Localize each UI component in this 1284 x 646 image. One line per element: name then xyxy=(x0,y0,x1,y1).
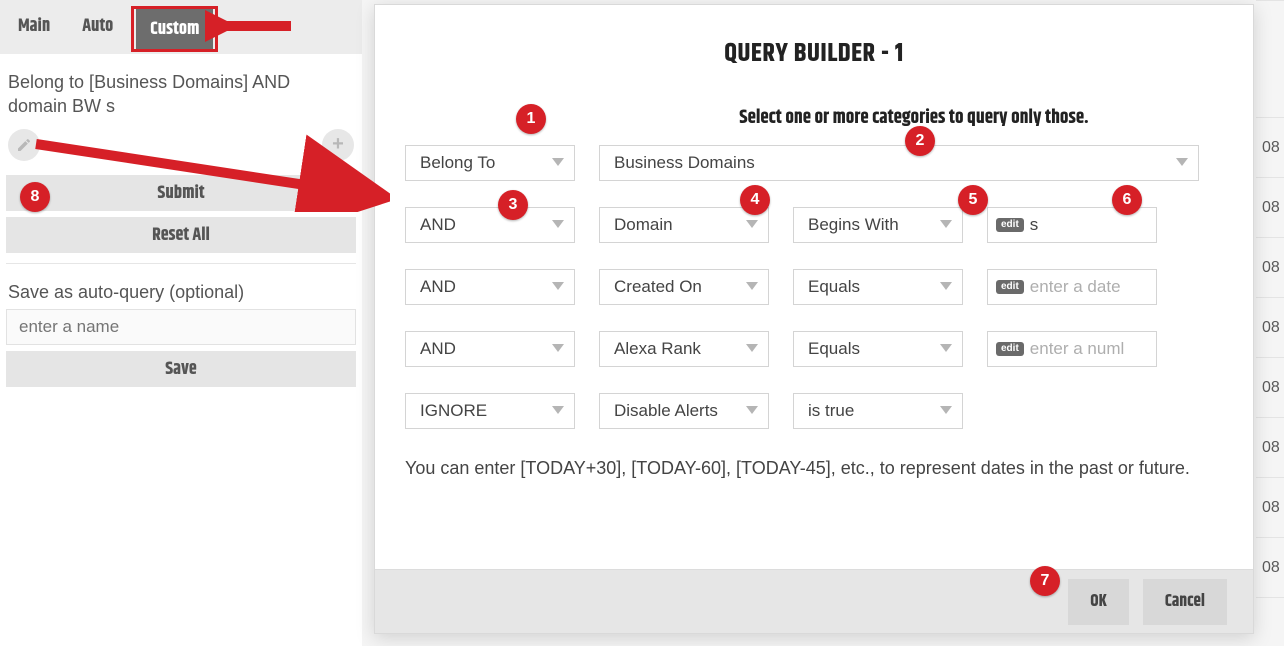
select-value: Business Domains xyxy=(614,153,755,173)
tab-custom[interactable]: Custom xyxy=(136,9,213,49)
field-select[interactable]: Created On xyxy=(599,269,769,305)
comparator-select[interactable]: Begins With xyxy=(793,207,963,243)
value-input-date[interactable]: edit enter a date xyxy=(987,269,1157,305)
value-input-number[interactable]: edit enter a numl xyxy=(987,331,1157,367)
bool-select[interactable]: AND xyxy=(405,269,575,305)
condition-row-0: Belong To Business Domains xyxy=(405,145,1223,181)
annotation-badge: 8 xyxy=(20,182,50,212)
chevron-down-icon xyxy=(552,344,564,354)
auto-query-name-input[interactable] xyxy=(6,309,356,345)
select-value: Equals xyxy=(808,277,860,297)
input-placeholder: enter a date xyxy=(1030,277,1121,297)
field-select[interactable]: Alexa Rank xyxy=(599,331,769,367)
divider xyxy=(6,263,356,264)
select-value: IGNORE xyxy=(420,401,487,421)
chevron-down-icon xyxy=(940,406,952,416)
icon-row: + xyxy=(0,129,362,175)
tabs: Main Auto Custom xyxy=(0,0,362,54)
bool-select[interactable]: IGNORE xyxy=(405,393,575,429)
tab-custom-highlight: Custom xyxy=(131,6,218,52)
annotation-badge: 3 xyxy=(498,190,528,220)
comparator-select[interactable]: is true xyxy=(793,393,963,429)
bg-cell: 08 xyxy=(1256,238,1284,298)
pencil-icon xyxy=(16,137,32,153)
annotation-badge: 1 xyxy=(516,104,546,134)
condition-row-1: AND Domain Begins With edit s xyxy=(405,207,1223,243)
dialog-title: QUERY BUILDER - 1 xyxy=(375,5,1253,74)
chevron-down-icon xyxy=(552,406,564,416)
select-value: Created On xyxy=(614,277,702,297)
add-query-icon[interactable]: + xyxy=(322,129,354,161)
edit-chip-icon: edit xyxy=(996,280,1024,294)
select-value: AND xyxy=(420,277,456,297)
query-builder-dialog: QUERY BUILDER - 1 Select one or more cat… xyxy=(374,4,1254,634)
background-rows: 08 08 08 08 08 08 08 08 xyxy=(1256,0,1284,646)
condition-row-2: AND Created On Equals edit enter a date xyxy=(405,269,1223,305)
comparator-select[interactable]: Equals xyxy=(793,269,963,305)
sidebar: Main Auto Custom Belong to [Business Dom… xyxy=(0,0,362,646)
bg-cell: 08 xyxy=(1256,178,1284,238)
tab-auto[interactable]: Auto xyxy=(68,6,127,52)
chevron-down-icon xyxy=(746,220,758,230)
select-value: Disable Alerts xyxy=(614,401,718,421)
comparator-select[interactable]: Equals xyxy=(793,331,963,367)
category-select[interactable]: Business Domains xyxy=(599,145,1199,181)
chevron-down-icon xyxy=(940,220,952,230)
dialog-footer: OK Cancel xyxy=(375,569,1253,633)
date-hint: You can enter [TODAY+30], [TODAY-60], [T… xyxy=(405,455,1223,482)
field-select[interactable]: Domain xyxy=(599,207,769,243)
edit-chip-icon: edit xyxy=(996,342,1024,356)
select-value: AND xyxy=(420,339,456,359)
field-select[interactable]: Disable Alerts xyxy=(599,393,769,429)
annotation-badge: 2 xyxy=(905,126,935,156)
select-value: Begins With xyxy=(808,215,899,235)
dialog-body: Select one or more categories to query o… xyxy=(375,74,1253,482)
chevron-down-icon xyxy=(552,282,564,292)
bg-cell: 08 xyxy=(1256,538,1284,598)
edit-chip-icon: edit xyxy=(996,218,1024,232)
annotation-badge: 5 xyxy=(958,185,988,215)
bg-cell: 08 xyxy=(1256,418,1284,478)
ok-button[interactable]: OK xyxy=(1068,579,1129,625)
condition-row-3: AND Alexa Rank Equals edit enter a numl xyxy=(405,331,1223,367)
select-value: AND xyxy=(420,215,456,235)
reset-button[interactable]: Reset All xyxy=(6,217,356,253)
edit-query-icon[interactable] xyxy=(8,129,40,161)
chevron-down-icon xyxy=(552,158,564,168)
chevron-down-icon xyxy=(552,220,564,230)
annotation-badge: 6 xyxy=(1112,185,1142,215)
select-value: Equals xyxy=(808,339,860,359)
submit-button[interactable]: Submit xyxy=(6,175,356,211)
input-placeholder: enter a numl xyxy=(1030,339,1125,359)
select-value: Belong To xyxy=(420,153,495,173)
chevron-down-icon xyxy=(940,282,952,292)
bg-cell: 08 xyxy=(1256,478,1284,538)
belong-to-select[interactable]: Belong To xyxy=(405,145,575,181)
bg-cell: 08 xyxy=(1256,358,1284,418)
bg-cell: 08 xyxy=(1256,298,1284,358)
annotation-badge: 7 xyxy=(1030,566,1060,596)
chevron-down-icon xyxy=(940,344,952,354)
chevron-down-icon xyxy=(1176,158,1188,168)
chevron-down-icon xyxy=(746,406,758,416)
tab-main[interactable]: Main xyxy=(4,6,64,52)
bool-select[interactable]: AND xyxy=(405,331,575,367)
bg-cell xyxy=(1256,0,1284,118)
chevron-down-icon xyxy=(746,282,758,292)
bg-cell: 08 xyxy=(1256,118,1284,178)
query-summary: Belong to [Business Domains] AND domain … xyxy=(0,54,362,129)
chevron-down-icon xyxy=(746,344,758,354)
select-value: Alexa Rank xyxy=(614,339,701,359)
condition-row-4: IGNORE Disable Alerts is true xyxy=(405,393,1223,429)
save-button[interactable]: Save xyxy=(6,351,356,387)
input-value: s xyxy=(1030,215,1039,235)
select-value: is true xyxy=(808,401,854,421)
save-as-label: Save as auto-query (optional) xyxy=(0,282,362,309)
bool-select[interactable]: AND xyxy=(405,207,575,243)
select-value: Domain xyxy=(614,215,673,235)
cancel-button[interactable]: Cancel xyxy=(1143,579,1227,625)
annotation-badge: 4 xyxy=(740,185,770,215)
